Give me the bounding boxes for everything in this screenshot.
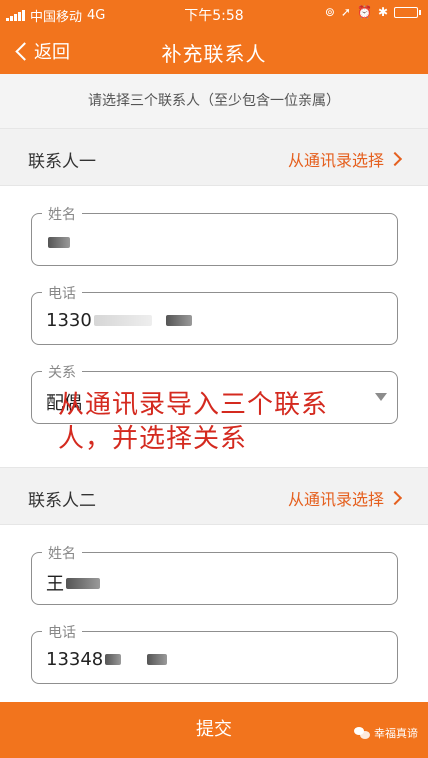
dropdown-arrow-icon xyxy=(375,393,387,401)
contact-2-pick-button[interactable]: 从通讯录选择 xyxy=(287,486,403,510)
chevron-right-icon xyxy=(387,490,403,506)
contact-2-phone-value: 13348 xyxy=(46,649,168,670)
contact-1-phone-value: 1330 xyxy=(46,310,192,331)
redacted-blur xyxy=(93,315,152,326)
page-title: 补充联系人 xyxy=(161,42,267,66)
contact-1-pick-button[interactable]: 从通讯录选择 xyxy=(287,147,403,171)
redacted-blur xyxy=(48,237,70,248)
contact-1-name-field[interactable]: 姓名 xyxy=(31,204,398,266)
pick-label: 从通讯录选择 xyxy=(287,151,384,170)
status-bar: 中国移动 4G 下午5:58 ⊚ ➚ ⏰ ✱ xyxy=(0,0,428,28)
name-text: 王 xyxy=(46,574,64,595)
redacted-blur xyxy=(105,654,122,665)
field-label: 姓名 xyxy=(42,543,82,563)
alarm-icon: ⏰ xyxy=(356,5,372,19)
bluetooth-icon: ✱ xyxy=(377,5,388,19)
contact-1-title: 联系人一 xyxy=(28,152,96,172)
pick-label: 从通讯录选择 xyxy=(287,490,384,509)
contact-2-name-field[interactable]: 姓名 王 xyxy=(31,543,398,605)
location-icon: ➚ xyxy=(340,5,351,19)
watermark-label: 幸福真谛 xyxy=(374,727,418,740)
contact-1-phone-field[interactable]: 电话 1330 xyxy=(31,283,398,345)
phone-text: 1330 xyxy=(46,310,92,331)
hint-text: 请选择三个联系人（至少包含一位亲属） xyxy=(0,74,428,128)
redacted-blur xyxy=(147,654,168,665)
contact-2-title: 联系人二 xyxy=(28,491,96,511)
contact-2-name-value: 王 xyxy=(46,570,100,596)
contact-2-header: 联系人二 从通讯录选择 xyxy=(0,467,428,525)
annotation-text: 从通讯录导入三个联系人，并选择关系 xyxy=(58,390,329,454)
contact-2-phone-field[interactable]: 电话 13348 xyxy=(31,622,398,684)
status-right: ⊚ ➚ ⏰ ✱ xyxy=(324,5,421,19)
watermark: 幸福真谛 xyxy=(354,725,418,741)
field-label: 关系 xyxy=(42,362,82,382)
redacted-blur xyxy=(165,315,192,326)
field-label: 电话 xyxy=(42,283,82,303)
battery-icon xyxy=(394,6,421,18)
chevron-right-icon xyxy=(387,151,403,167)
redacted-blur xyxy=(66,577,100,589)
contact-1-header: 联系人一 从通讯录选择 xyxy=(0,128,428,186)
field-label: 姓名 xyxy=(42,204,82,224)
phone-text: 13348 xyxy=(46,649,104,670)
wechat-icon xyxy=(354,727,370,739)
contact-1-name-value xyxy=(46,231,70,248)
nav-bar: 返回 补充联系人 xyxy=(0,28,428,74)
field-label: 电话 xyxy=(42,622,82,642)
rotation-lock-icon: ⊚ xyxy=(324,5,335,19)
